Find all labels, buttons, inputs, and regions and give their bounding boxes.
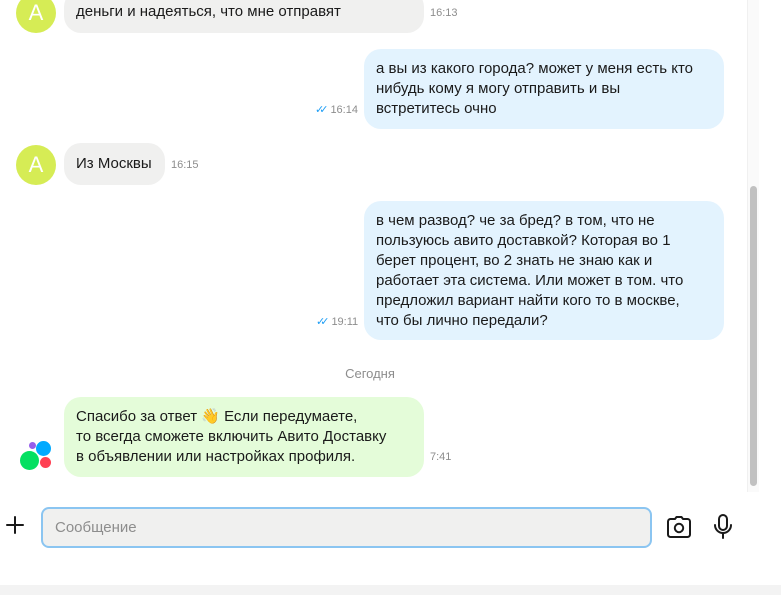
message-time: ✓✓ 19:11 <box>316 315 359 329</box>
message-time: ✓✓ 16:14 <box>315 103 358 117</box>
message-bubble-incoming[interactable]: деньги и надеяться, что мне отправят <box>64 0 424 33</box>
message-bubble-outgoing[interactable]: а вы из какого города? может у меня есть… <box>364 49 724 129</box>
message-composer <box>0 492 781 585</box>
message-time: 7:41 <box>430 451 451 463</box>
message-bubble-system[interactable]: Спасибо за ответ 👋 Если передумаете, то … <box>64 397 424 477</box>
date-separator: Сегодня <box>345 366 395 381</box>
message-time: 16:15 <box>171 159 199 171</box>
read-ticks-icon: ✓✓ <box>315 104 329 116</box>
message-time: 16:13 <box>430 7 458 19</box>
message-text: деньги и надеяться, что мне отправят <box>76 2 341 20</box>
avatar[interactable]: А <box>16 145 56 185</box>
avatar[interactable]: А <box>16 0 56 33</box>
message-input[interactable] <box>41 507 652 548</box>
bottom-strip <box>0 585 781 595</box>
avatar-letter: А <box>28 152 44 177</box>
message-text: в чем развод? че за бред? в том, что не … <box>376 211 684 329</box>
message-bubble-incoming[interactable]: Из Москвы <box>64 143 165 185</box>
chat-history[interactable]: А деньги и надеяться, что мне отправят 1… <box>0 0 781 492</box>
message-time-text: 16:15 <box>171 159 199 171</box>
plus-icon[interactable] <box>4 514 26 536</box>
camera-icon[interactable] <box>667 516 691 538</box>
message-time-text: 7:41 <box>430 451 452 463</box>
avatar-letter: А <box>28 0 44 25</box>
message-bubble-outgoing[interactable]: в чем развод? че за бред? в том, что не … <box>364 201 724 340</box>
scrollbar-thumb[interactable] <box>750 186 757 486</box>
message-time-text: 16:13 <box>430 7 458 19</box>
message-time-text: 16:14 <box>330 103 358 116</box>
message-text: Из Москвы <box>76 155 152 172</box>
message-time-text: 19:11 <box>331 315 359 328</box>
microphone-icon[interactable] <box>712 514 734 540</box>
avito-logo-icon <box>20 440 54 472</box>
message-text: Спасибо за ответ 👋 Если передумаете, то … <box>76 408 387 465</box>
read-ticks-icon: ✓✓ <box>316 316 330 328</box>
message-text: а вы из какого города? может у меня есть… <box>376 60 694 117</box>
